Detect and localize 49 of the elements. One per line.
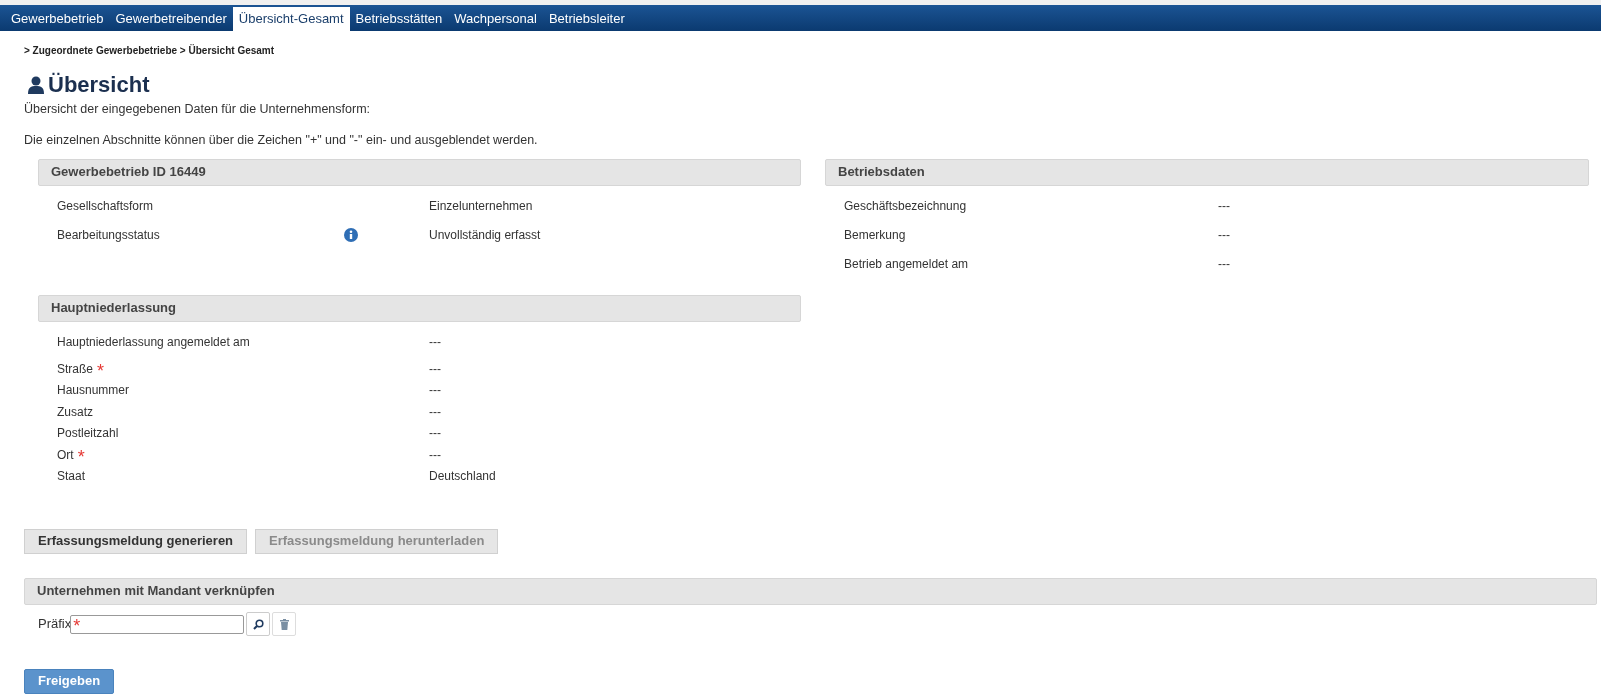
- required-mark: *: [97, 361, 105, 380]
- field-value: Unvollständig erfasst: [429, 226, 541, 244]
- field-value: Deutschland: [429, 468, 496, 485]
- field-label: Hausnummer: [57, 382, 130, 399]
- nav-tab[interactable]: Betriebsleiter: [542, 7, 631, 31]
- search-icon: [252, 618, 264, 630]
- required-mark: *: [77, 447, 85, 466]
- field-label: Staat: [57, 468, 86, 485]
- section-header: Unternehmen mit Mandant verknüpfen: [24, 577, 1597, 605]
- user-icon: [28, 76, 44, 94]
- trash-icon: [279, 618, 289, 630]
- field-value: ---: [429, 382, 441, 399]
- field-label: Postleitzahl: [57, 425, 119, 442]
- nav-tab[interactable]: Wachpersonal: [448, 7, 543, 31]
- field-value: ---: [429, 446, 441, 464]
- field-label: Straße: [57, 360, 93, 378]
- field-value: ---: [429, 360, 441, 378]
- required-mark: *: [72, 617, 81, 635]
- intro-text: Übersicht der eingegebenen Daten für die Unternehmensform:: [24, 101, 372, 118]
- field-label: Präfix: [38, 615, 72, 634]
- breadcrumb[interactable]: > Zugeordnete Gewerbebetriebe > Übersicht Gesamt: [24, 43, 1597, 58]
- field-label: Zusatz: [57, 403, 93, 421]
- action-button[interactable]: Erfassungsmeldung generieren: [24, 528, 248, 554]
- field-label: Ort: [57, 446, 74, 464]
- field-value: Einzelunternehmen: [429, 197, 533, 215]
- field-label: Gesellschaftsform: [57, 197, 154, 215]
- intro-text: Die einzelnen Abschnitte können über die Zeichen "+" und "-" ein- und ausgeblendet werden.: [24, 131, 539, 149]
- field-label: Geschäftsbezeichnung: [844, 197, 967, 215]
- field-label: Betrieb angemeldet am: [844, 255, 969, 273]
- nav-tab[interactable]: Übersicht-Gesamt: [232, 7, 350, 31]
- search-button[interactable]: [246, 612, 271, 636]
- section-header: Hauptniederlassung: [38, 294, 801, 322]
- field-value: ---: [429, 403, 441, 421]
- nav-tab[interactable]: Gewerbebetrieb: [5, 7, 110, 31]
- field-value: ---: [1218, 197, 1230, 215]
- info-icon[interactable]: [344, 227, 358, 242]
- section-header: Gewerbebetrieb ID 16449: [38, 158, 801, 186]
- section-header: Betriebsdaten: [825, 158, 1589, 186]
- field-label: Hauptniederlassung angemeldet am: [57, 333, 250, 351]
- nav-tab[interactable]: Gewerbetreibender: [109, 7, 233, 31]
- field-value: ---: [1218, 226, 1230, 244]
- field-value: ---: [429, 333, 441, 351]
- field-value: ---: [429, 425, 441, 442]
- prefix-input[interactable]: [70, 614, 245, 634]
- page-title: Übersicht: [48, 72, 150, 98]
- nav-tab[interactable]: Betriebsstätten: [349, 7, 449, 31]
- field-value: ---: [1218, 255, 1230, 273]
- field-label: Bearbeitungsstatus: [57, 226, 160, 244]
- field-label: Bemerkung: [844, 226, 906, 244]
